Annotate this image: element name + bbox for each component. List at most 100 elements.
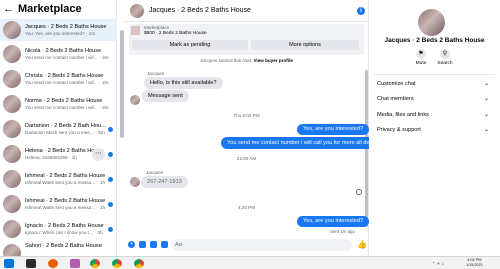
menu-media-files-links[interactable]: Media, files and links ⌄ bbox=[377, 108, 493, 122]
timestamp: Thu 5:04 PM bbox=[233, 113, 260, 118]
timestamp: 4:20 PM bbox=[237, 205, 256, 210]
sidebar-header: ← Marketplace bbox=[0, 0, 116, 18]
conversation-preview: Ishmeal Watts sent you a messa… · 1h bbox=[25, 205, 105, 210]
unread-dot-icon bbox=[108, 227, 113, 232]
sender-name: Jacques bbox=[147, 71, 165, 76]
avatar bbox=[3, 95, 21, 113]
app-icon[interactable] bbox=[70, 259, 80, 268]
conversation-item[interactable]: Helena · 2 Beds 2 Baths House Helena: 21… bbox=[0, 143, 117, 165]
unread-dot-icon bbox=[108, 152, 113, 157]
avatar bbox=[3, 120, 21, 138]
sent-status: Sent 1m ago bbox=[330, 229, 355, 234]
chat-title[interactable]: Jacques · 2 Beds 2 Baths House bbox=[149, 7, 251, 14]
conversation-item[interactable]: Norma · 2 Beds 2 Baths House You send me… bbox=[0, 93, 117, 115]
avatar bbox=[3, 220, 21, 238]
conversation-item[interactable]: Sahori · 2 Beds 2 Baths House bbox=[0, 243, 117, 256]
bell-icon: ⚑ bbox=[416, 49, 426, 59]
listing-label: Marketplace bbox=[144, 25, 170, 30]
conversation-preview: You send me contact number i wil… · 2m bbox=[25, 80, 109, 85]
timestamp: 22:00 AM bbox=[236, 156, 257, 161]
read-receipt-icon bbox=[356, 189, 362, 195]
outgoing-message: Yes, are you interested? bbox=[297, 216, 370, 227]
conversation-item[interactable]: Dartanion · 2 Beds 2 Bath Hou… Dartanion… bbox=[0, 118, 117, 140]
contact-name: Jacques · 2 Beds 2 Baths House bbox=[384, 37, 485, 44]
avatar bbox=[130, 177, 140, 187]
conversation-item[interactable]: Nicola · 2 Beds 2 Baths House You send m… bbox=[0, 43, 117, 65]
chat-started-text: Jacques started this chat. bbox=[200, 58, 253, 63]
chrome-icon[interactable] bbox=[134, 259, 144, 268]
listing-detail[interactable]: $800 · 2 Beds 2 Baths House bbox=[144, 31, 207, 36]
message-input[interactable]: Aa bbox=[172, 239, 352, 251]
avatar[interactable] bbox=[130, 3, 144, 18]
gallery-icon[interactable] bbox=[139, 241, 146, 248]
chevron-down-icon: ⌄ bbox=[483, 96, 489, 102]
unread-dot-icon bbox=[108, 177, 113, 182]
clock-date: 1/15/2021 bbox=[466, 263, 483, 267]
taskbar: ⌃ ☀ ♫ 4:02 PM 1/15/2021 bbox=[0, 256, 500, 269]
menu-customize-chat[interactable]: Customize chat ⌄ bbox=[377, 77, 493, 91]
gif-icon[interactable] bbox=[161, 241, 168, 248]
conversation-name: Ishmeal · 2 Beds 2 Baths House bbox=[25, 198, 106, 204]
avatar bbox=[3, 70, 21, 88]
more-options-button[interactable]: More options bbox=[251, 40, 359, 50]
mute-label: Mute bbox=[415, 61, 427, 66]
conversation-item[interactable]: Jacques · 2 Beds 2 Baths House You: Yes,… bbox=[0, 19, 117, 41]
conversation-preview: Ishmeal Watts sent you a messa… · 1h bbox=[25, 180, 105, 185]
info-icon[interactable]: i bbox=[357, 7, 365, 15]
chrome-icon[interactable] bbox=[90, 259, 100, 268]
divider bbox=[374, 74, 495, 75]
listing-thumbnail[interactable] bbox=[131, 26, 140, 35]
conversation-item[interactable]: Ishmeal · 2 Beds 2 Baths House Ishmeal W… bbox=[0, 168, 117, 190]
conversation-preview: You: Yes, are you interested? · 1m bbox=[25, 31, 96, 36]
unread-dot-icon bbox=[108, 127, 113, 132]
sender-name: Jacques bbox=[146, 170, 164, 175]
chrome-icon[interactable] bbox=[112, 259, 122, 268]
mark-as-pending-button[interactable]: Mark as pending bbox=[132, 40, 248, 50]
avatar bbox=[3, 195, 21, 213]
start-button-icon[interactable] bbox=[4, 259, 14, 268]
sidebar-title: Marketplace bbox=[18, 3, 82, 15]
firefox-icon[interactable] bbox=[48, 259, 58, 268]
chat-panel: Jacques · 2 Beds 2 Baths House i Marketp… bbox=[124, 0, 386, 256]
view-buyer-profile-link[interactable]: View buyer profile bbox=[253, 58, 292, 63]
avatar bbox=[3, 145, 21, 163]
conversation-preview: Dartanion Mack sent you a mes… · 5m bbox=[25, 130, 105, 135]
conversation-preview: You send me contact number i wil… · 2m bbox=[25, 55, 109, 60]
conversation-name: Nicola · 2 Beds 2 Baths House bbox=[25, 48, 102, 54]
chevron-down-icon: ⌄ bbox=[483, 127, 489, 133]
sticker-icon[interactable] bbox=[150, 241, 157, 248]
conversation-name: Dartanion · 2 Beds 2 Bath Hou… bbox=[25, 123, 107, 129]
conversation-name: Christa · 2 Beds 2 Baths House bbox=[25, 73, 104, 79]
clock[interactable]: 4:02 PM 1/15/2021 bbox=[466, 258, 483, 268]
chevron-down-icon: ⌄ bbox=[483, 81, 489, 87]
mute-button[interactable]: ⚑ Mute bbox=[409, 49, 433, 66]
avatar bbox=[3, 244, 21, 256]
menu-label: Chat members bbox=[377, 96, 414, 102]
back-arrow-icon[interactable]: ← bbox=[3, 3, 14, 15]
avatar[interactable] bbox=[418, 9, 445, 36]
like-icon[interactable]: 👍 bbox=[357, 240, 367, 249]
conversation-item[interactable]: Ignacio · 2 Beds 2 Baths House Ignacio: … bbox=[0, 218, 117, 240]
more-options-icon[interactable]: ⋯ bbox=[92, 148, 105, 161]
conversation-item[interactable]: Christa · 2 Beds 2 Baths House You send … bbox=[0, 68, 117, 90]
system-tray-icon[interactable]: ⌃ ☀ ♫ bbox=[432, 261, 444, 266]
app-icon[interactable] bbox=[26, 259, 36, 268]
conversation-preview: You send me contact number i wil… · 2m bbox=[25, 105, 109, 110]
chevron-down-icon: ⌄ bbox=[483, 112, 489, 118]
search-icon: ⚲ bbox=[440, 49, 450, 59]
listing-card: Marketplace $800 · 2 Beds 2 Baths House … bbox=[129, 24, 364, 55]
menu-chat-members[interactable]: Chat members ⌄ bbox=[377, 92, 493, 106]
search-button[interactable]: ⚲ Search bbox=[433, 49, 457, 66]
conversation-name: Norma · 2 Beds 2 Baths House bbox=[25, 98, 103, 104]
conversation-details-panel: Jacques · 2 Beds 2 Baths House ⚑ Mute ⚲ … bbox=[369, 0, 500, 256]
menu-privacy-support[interactable]: Privacy & support ⌄ bbox=[377, 123, 493, 137]
conversation-name: Ishmeal · 2 Beds 2 Baths House bbox=[25, 173, 106, 179]
conversation-name: Ignacio · 2 Beds 2 Baths House bbox=[25, 223, 104, 229]
menu-label: Media, files and links bbox=[377, 112, 429, 118]
unread-dot-icon bbox=[108, 202, 113, 207]
search-label: Search bbox=[437, 61, 453, 66]
conversation-name: Jacques · 2 Beds 2 Baths House bbox=[25, 24, 107, 30]
conversation-preview: Ignacio: When can I show you t… · 3h bbox=[25, 230, 103, 235]
add-icon[interactable]: + bbox=[128, 241, 135, 248]
conversation-item[interactable]: Ishmeal · 2 Beds 2 Baths House Ishmeal W… bbox=[0, 193, 117, 215]
